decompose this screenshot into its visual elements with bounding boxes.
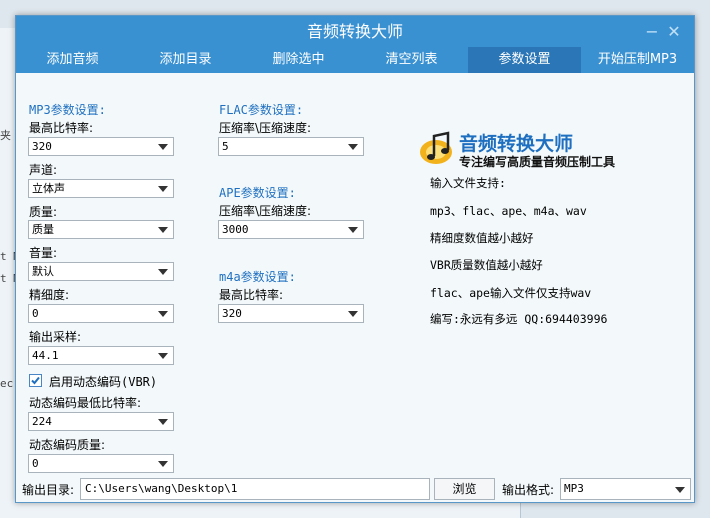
m4a-max-bitrate-label: 最高比特率: — [219, 288, 284, 302]
tab-add-directory[interactable]: 添加目录 — [129, 47, 242, 73]
select-value: 320 — [32, 140, 52, 153]
title-bar[interactable]: 音频转换大师 − ✕ — [16, 16, 694, 47]
mp3-sample-select[interactable]: 44.1 — [28, 346, 174, 365]
flac-compression-select[interactable]: 5 — [218, 137, 364, 156]
chevron-down-icon — [158, 269, 168, 275]
output-dir-label: 输出目录: — [22, 483, 75, 497]
output-dir-input[interactable]: C:\Users\wang\Desktop\1 — [80, 478, 430, 500]
chevron-down-icon — [158, 227, 168, 233]
info-note-vbr: VBR质量数值越小越好 — [430, 258, 543, 272]
select-value: 默认 — [32, 265, 54, 278]
output-bar: 输出目录: C:\Users\wang\Desktop\1 浏览 输出格式: M… — [16, 476, 694, 502]
settings-window: 音频转换大师 − ✕ 添加音频 添加目录 删除选中 清空列表 参数设置 开始压制… — [15, 15, 695, 503]
m4a-section-title: m4a参数设置: — [219, 270, 296, 284]
mp3-quality-select[interactable]: 质量 — [28, 220, 174, 239]
chevron-down-icon — [158, 186, 168, 192]
vbr-checkbox[interactable] — [29, 374, 42, 387]
chevron-down-icon — [675, 487, 685, 493]
info-note-wav: flac、ape输入文件仅支持wav — [430, 286, 592, 300]
music-note-logo-icon — [420, 131, 452, 164]
brand-title: 音频转换大师 — [459, 133, 574, 155]
background-text: ec — [0, 377, 14, 390]
tab-delete-selected[interactable]: 删除选中 — [242, 47, 355, 73]
output-format-select[interactable]: MP3 — [560, 478, 691, 500]
select-value: 320 — [222, 307, 242, 320]
chevron-down-icon — [348, 227, 358, 233]
info-supported-label: 输入文件支持: — [430, 176, 506, 190]
brand-subtitle: 专注编写高质量音频压制工具 — [459, 155, 616, 169]
mp3-quality-label: 质量: — [29, 205, 58, 219]
tab-settings[interactable]: 参数设置 — [468, 47, 581, 73]
ape-compression-select[interactable]: 3000 — [218, 220, 364, 239]
chevron-down-icon — [158, 461, 168, 467]
output-format-label: 输出格式: — [502, 483, 555, 497]
m4a-max-bitrate-select[interactable]: 320 — [218, 304, 364, 323]
mp3-precision-label: 精细度: — [29, 288, 70, 302]
select-value: 5 — [222, 140, 229, 153]
ape-section-title: APE参数设置: — [219, 186, 296, 200]
select-value: 0 — [32, 457, 39, 470]
mp3-sample-label: 输出采样: — [29, 330, 82, 344]
flac-compression-label: 压缩率\压缩速度: — [219, 121, 312, 135]
checkmark-icon — [31, 376, 40, 385]
chevron-down-icon — [158, 144, 168, 150]
mp3-volume-select[interactable]: 默认 — [28, 262, 174, 281]
select-value: 3000 — [222, 223, 249, 236]
tab-clear-list[interactable]: 清空列表 — [355, 47, 468, 73]
mp3-channel-select[interactable]: 立体声 — [28, 179, 174, 198]
info-supported-formats: mp3、flac、ape、m4a、wav — [430, 204, 587, 218]
mp3-precision-select[interactable]: 0 — [28, 304, 174, 323]
minimize-icon[interactable]: − — [642, 16, 662, 47]
select-value: 44.1 — [32, 349, 59, 362]
vbr-quality-label: 动态编码质量: — [29, 438, 106, 452]
select-value: 0 — [32, 307, 39, 320]
chevron-down-icon — [158, 353, 168, 359]
vbr-min-bitrate-label: 动态编码最低比特率: — [29, 396, 142, 410]
select-value: MP3 — [564, 482, 584, 495]
window-title: 音频转换大师 — [306, 22, 403, 41]
tab-start-encode[interactable]: 开始压制MP3 — [581, 47, 694, 73]
mp3-section-title: MP3参数设置: — [29, 103, 106, 117]
chevron-down-icon — [158, 311, 168, 317]
mp3-volume-label: 音量: — [29, 246, 58, 260]
chevron-down-icon — [158, 419, 168, 425]
chevron-down-icon — [348, 144, 358, 150]
vbr-quality-select[interactable]: 0 — [28, 454, 174, 473]
close-icon[interactable]: ✕ — [664, 16, 684, 47]
mp3-max-bitrate-select[interactable]: 320 — [28, 137, 174, 156]
background-text: 夹 — [0, 129, 11, 142]
mp3-max-bitrate-label: 最高比特率: — [29, 121, 94, 135]
vbr-checkbox-label[interactable]: 启用动态编码(VBR) — [49, 373, 157, 390]
settings-content: MP3参数设置: 最高比特率: 320 声道: 立体声 质量: 质量 音量: 默… — [16, 73, 694, 502]
select-value: 224 — [32, 415, 52, 428]
info-author: 编写:永远有多远 QQ:694403996 — [430, 312, 608, 326]
vbr-min-bitrate-select[interactable]: 224 — [28, 412, 174, 431]
select-value: 质量 — [32, 223, 54, 236]
chevron-down-icon — [348, 311, 358, 317]
info-note-precision: 精细度数值越小越好 — [430, 231, 534, 245]
ape-compression-label: 压缩率\压缩速度: — [219, 204, 312, 218]
flac-section-title: FLAC参数设置: — [219, 103, 304, 117]
tab-add-audio[interactable]: 添加音频 — [16, 47, 129, 73]
toolbar-tabs: 添加音频 添加目录 删除选中 清空列表 参数设置 开始压制MP3 — [16, 47, 694, 73]
browse-button[interactable]: 浏览 — [434, 478, 495, 500]
mp3-channel-label: 声道: — [29, 163, 58, 177]
select-value: 立体声 — [32, 182, 65, 195]
